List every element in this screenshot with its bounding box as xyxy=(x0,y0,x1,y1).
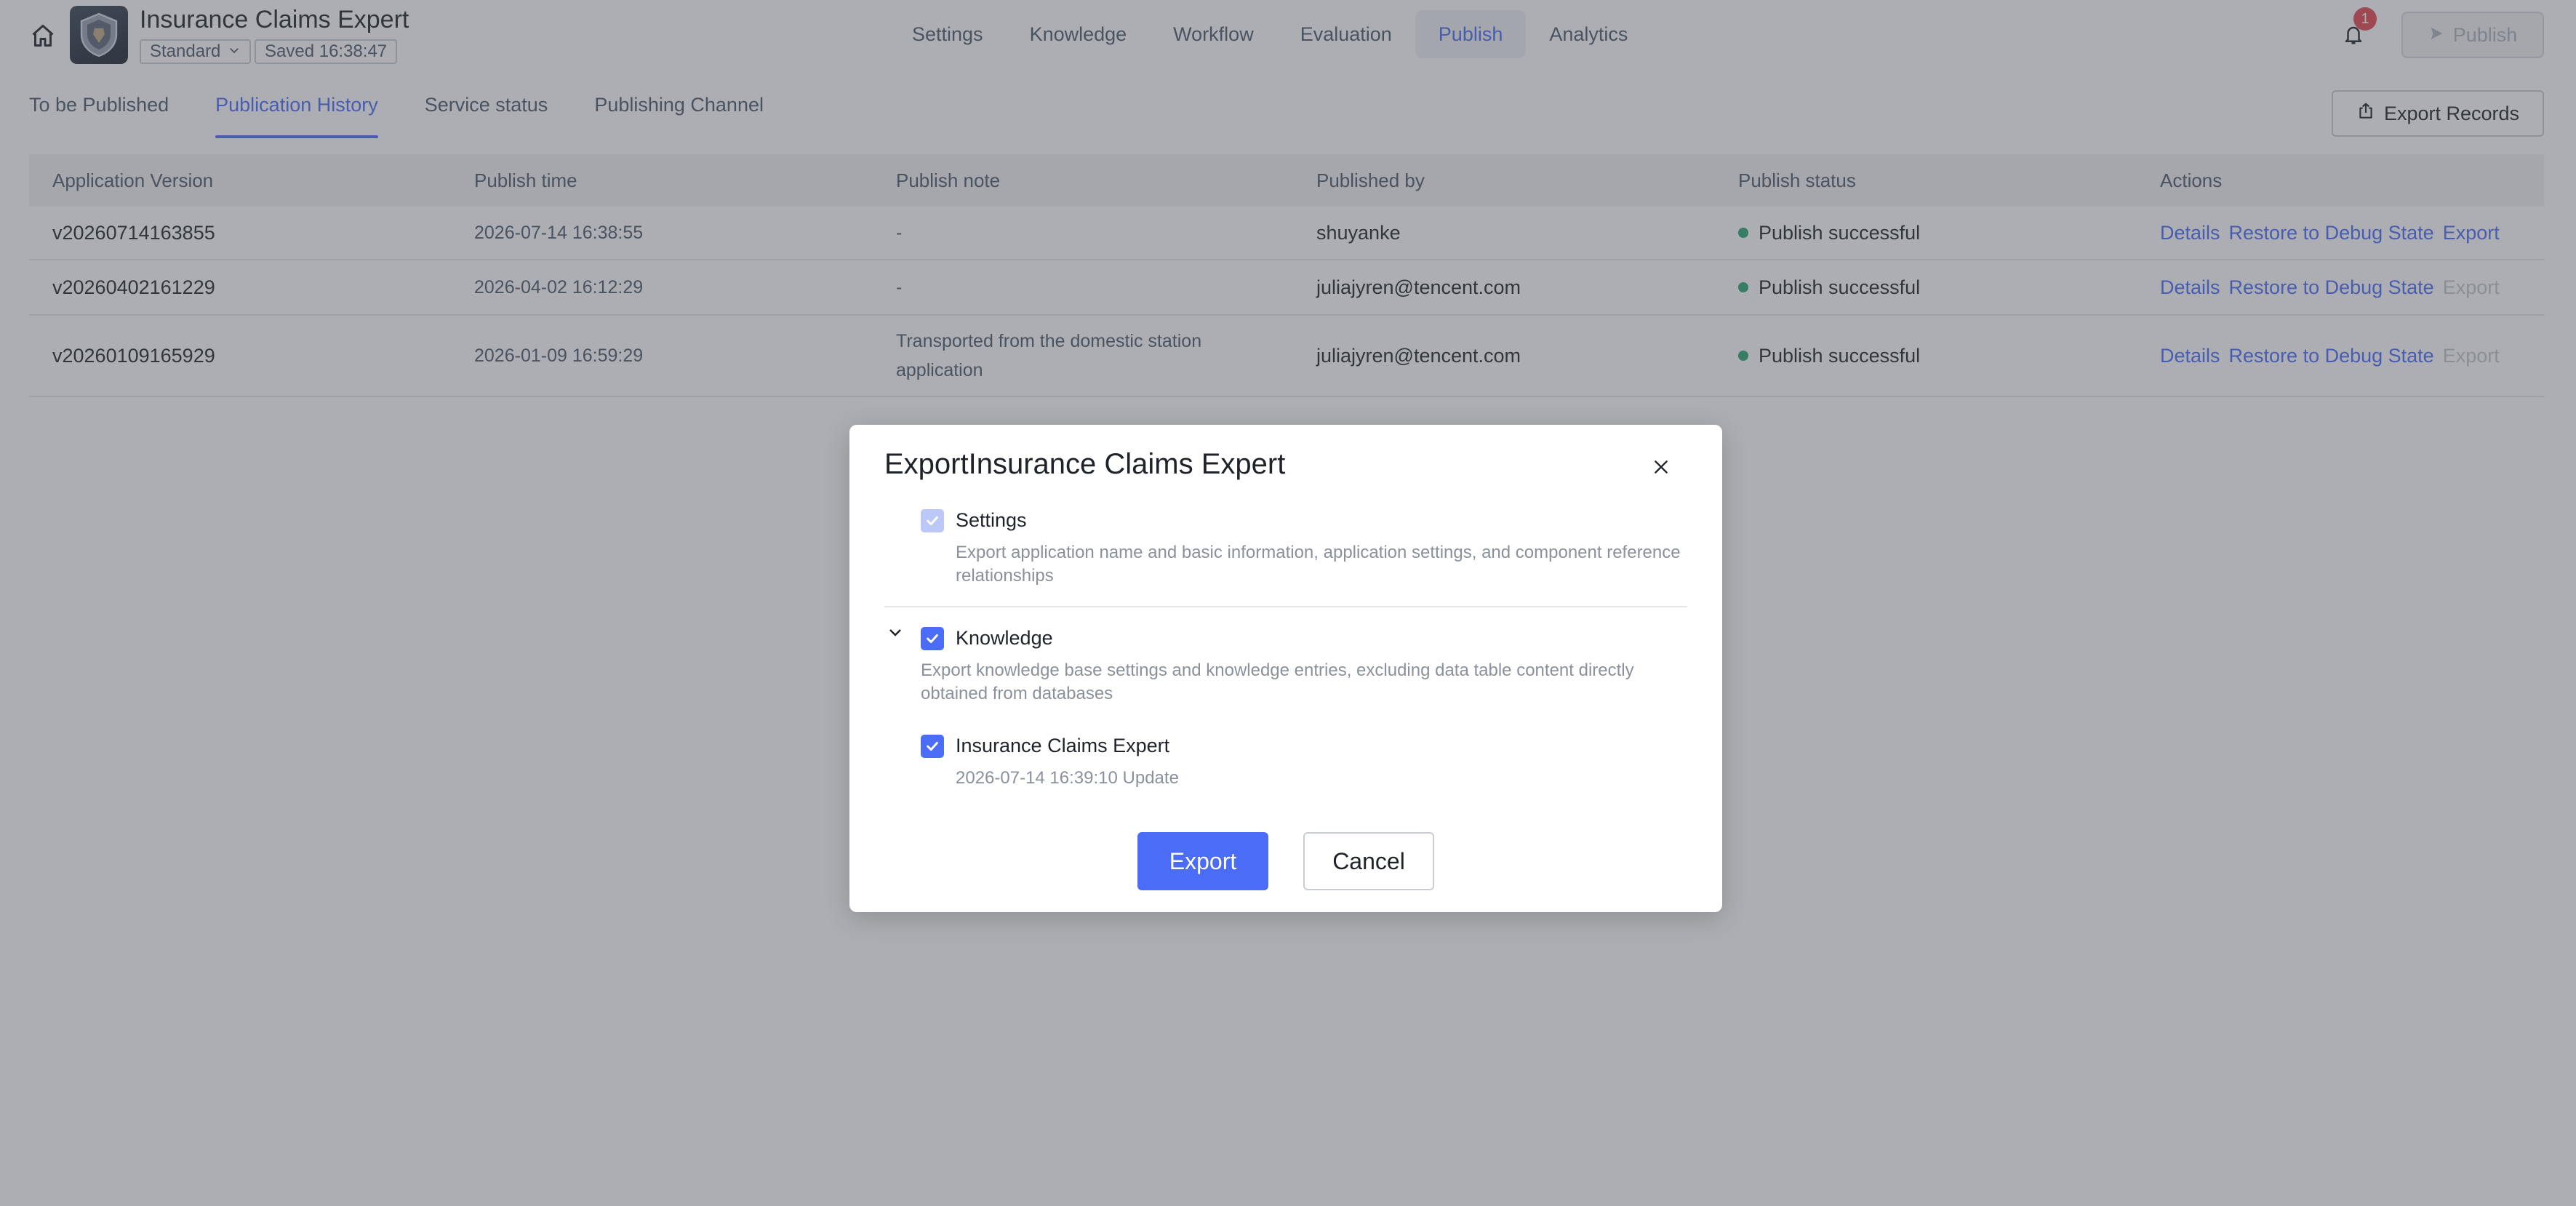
settings-label: Settings xyxy=(956,509,1027,531)
export-button[interactable]: Export xyxy=(1137,832,1268,890)
kb-item-label: Insurance Claims Expert xyxy=(956,735,1170,756)
export-dialog: ExportInsurance Claims Expert Settings E… xyxy=(849,425,1722,912)
dialog-title: ExportInsurance Claims Expert xyxy=(884,448,1286,480)
knowledge-label: Knowledge xyxy=(956,627,1053,649)
chevron-down-icon[interactable] xyxy=(884,621,906,643)
close-icon[interactable] xyxy=(1647,452,1676,482)
kb-item-checkbox[interactable] xyxy=(921,735,944,758)
settings-description: Export application name and basic inform… xyxy=(956,543,1681,586)
knowledge-description: Export knowledge base settings and knowl… xyxy=(921,660,1634,703)
cancel-button[interactable]: Cancel xyxy=(1303,832,1434,890)
kb-item-updated: 2026-07-14 16:39:10 Update xyxy=(956,768,1179,788)
divider xyxy=(884,606,1687,607)
knowledge-checkbox[interactable] xyxy=(921,627,944,650)
settings-checkbox xyxy=(921,509,944,532)
